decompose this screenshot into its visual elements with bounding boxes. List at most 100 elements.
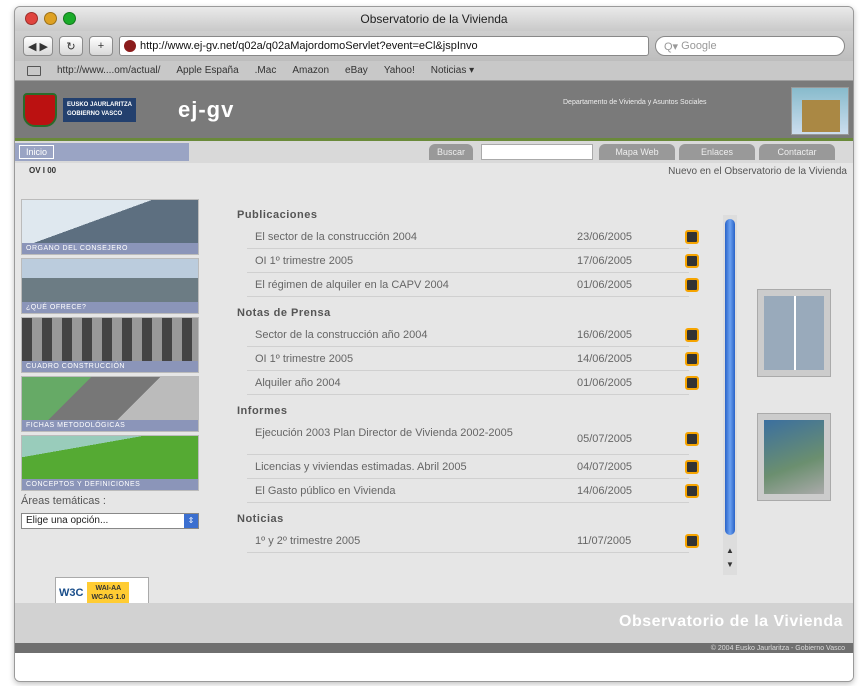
gov-label: EUSKO JAURLARITZA GOBIERNO VASCO <box>63 98 137 122</box>
bookmark-item[interactable]: Noticias ▾ <box>431 65 474 76</box>
section-title: Informes <box>237 405 288 417</box>
news-title-link[interactable]: OI 1º trimestre 2005 <box>255 353 565 366</box>
areas-select[interactable]: Elige una opción... ⇕ <box>21 513 199 529</box>
sidebar-block-que-ofrece[interactable]: ¿QUÉ OFRECE? <box>21 258 199 314</box>
news-date: 05/07/2005 <box>577 433 633 445</box>
sidebar-block-construccion[interactable]: CUADRO CONSTRUCCIÓN <box>21 317 199 373</box>
contact-button[interactable]: Contactar <box>759 144 835 160</box>
news-date: 01/06/2005 <box>577 279 633 291</box>
back-icon: ◀ ▶ <box>28 40 48 53</box>
search-icon: Q▾ <box>664 40 682 53</box>
publication-thumbnail-2[interactable] <box>757 413 831 501</box>
sidebar-block-consejero[interactable]: ORGANO DEL CONSEJERO <box>21 199 199 255</box>
news-row[interactable]: Licencias y viviendas estimadas. Abril 2… <box>247 455 699 479</box>
news-row[interactable]: 1º y 2º trimestre 2005 11/07/2005 <box>247 529 699 553</box>
news-title-link[interactable]: El Gasto público en Vivienda <box>255 485 565 498</box>
sidebar-block-conceptos[interactable]: CONCEPTOS Y DEFINICIONES <box>21 435 199 491</box>
news-title-link[interactable]: Sector de la construcción año 2004 <box>255 329 565 342</box>
gov-logo[interactable]: EUSKO JAURLARITZA GOBIERNO VASCO <box>23 91 171 129</box>
department-text: Departamento de Vivienda y Asuntos Socia… <box>563 99 707 106</box>
header-building-image <box>791 87 849 135</box>
bookmark-item[interactable]: Apple España <box>176 65 238 76</box>
section-title: Notas de Prensa <box>237 307 331 319</box>
wai-aa-badge: WAI-AA WCAG 1.0 <box>87 582 130 604</box>
areas-label: Áreas temáticas : <box>21 495 106 507</box>
document-icon[interactable] <box>685 484 699 498</box>
site-nav: Inicio Buscar Mapa Web Enlaces Contactar <box>15 141 853 163</box>
back-forward-button[interactable]: ◀ ▶ <box>23 36 53 56</box>
bookmark-item[interactable]: Amazon <box>292 65 329 76</box>
search-field[interactable]: Q▾ Google <box>655 36 845 56</box>
sidebar: ORGANO DEL CONSEJERO ¿QUÉ OFRECE? CUADRO… <box>21 199 199 609</box>
bookmark-item[interactable]: eBay <box>345 65 368 76</box>
news-date: 11/07/2005 <box>577 535 632 547</box>
document-icon[interactable] <box>685 534 699 548</box>
document-icon[interactable] <box>685 254 699 268</box>
sidebar-block-fichas[interactable]: FICHAS METODOLÓGICAS <box>21 376 199 432</box>
reload-button[interactable]: ↻ <box>58 36 83 56</box>
sub-header: OV I 00 Nuevo en el Observatorio de la V… <box>15 163 853 181</box>
bookmark-item[interactable]: Yahoo! <box>384 65 415 76</box>
document-icon[interactable] <box>685 230 699 244</box>
news-row[interactable]: Ejecución 2003 Plan Director de Vivienda… <box>247 421 699 455</box>
scrollbar-thumb[interactable] <box>725 219 735 535</box>
breadcrumb: OV I 00 <box>29 166 57 175</box>
news-title-link[interactable]: OI 1º trimestre 2005 <box>255 255 565 268</box>
news-row[interactable]: Sector de la construcción año 2004 16/06/… <box>247 323 699 347</box>
scroll-up-arrow-icon[interactable]: ▲ <box>725 545 735 557</box>
news-date: 14/06/2005 <box>577 485 633 497</box>
scroll-down-arrow-icon[interactable]: ▼ <box>725 559 735 571</box>
bookmarks-book-icon[interactable] <box>27 65 41 76</box>
news-date: 17/06/2005 <box>577 255 633 267</box>
news-title-link[interactable]: El sector de la construcción 2004 <box>255 231 565 244</box>
links-button[interactable]: Enlaces <box>679 144 755 160</box>
news-date: 23/06/2005 <box>577 231 633 243</box>
search-label[interactable]: Buscar <box>429 144 474 160</box>
footer-logo: Observatorio de la Vivienda <box>619 613 843 630</box>
search-placeholder: Google <box>681 40 717 52</box>
news-date: 04/07/2005 <box>577 461 633 473</box>
news-row[interactable]: El régimen de alquiler en la CAPV 2004 01… <box>247 273 699 297</box>
home-link[interactable]: Inicio <box>19 145 55 159</box>
bookmark-item[interactable]: .Mac <box>255 65 277 76</box>
plus-icon: + <box>97 40 105 52</box>
document-icon[interactable] <box>685 352 699 366</box>
document-icon[interactable] <box>685 376 699 390</box>
sitemap-button[interactable]: Mapa Web <box>599 144 675 160</box>
section-title: Publicaciones <box>237 209 318 221</box>
reload-icon: ↻ <box>66 40 76 53</box>
content-scrollbar[interactable]: ▲ ▼ <box>723 215 737 575</box>
news-title-link[interactable]: Ejecución 2003 Plan Director de Vivienda… <box>255 427 565 440</box>
news-row[interactable]: OI 1º trimestre 2005 14/06/2005 <box>247 347 699 371</box>
title-bar: Observatorio de la Vivienda <box>15 7 853 31</box>
browser-window: Observatorio de la Vivienda ◀ ▶ ↻ + http… <box>14 6 854 682</box>
brand-logo[interactable]: ej-gv <box>178 97 234 123</box>
address-bar[interactable]: http://www.ej-gv.net/q02a/q02aMajordomoS… <box>118 36 649 56</box>
document-icon[interactable] <box>685 278 699 292</box>
window-title: Observatorio de la Vivienda <box>360 12 508 26</box>
news-row[interactable]: El Gasto público en Vivienda 14/06/2005 <box>247 479 699 503</box>
bookmark-item[interactable]: http://www....om/actual/ <box>57 65 160 76</box>
document-icon[interactable] <box>685 432 699 446</box>
news-row[interactable]: OI 1º trimestre 2005 17/06/2005 <box>247 249 699 273</box>
news-title-link[interactable]: Licencias y viviendas estimadas. Abril 2… <box>255 461 565 474</box>
coat-of-arms-icon <box>23 93 57 127</box>
news-row[interactable]: El sector de la construcción 2004 23/06/2… <box>247 225 699 249</box>
news-title-link[interactable]: 1º y 2º trimestre 2005 <box>255 535 565 548</box>
news-date: 01/06/2005 <box>577 377 633 389</box>
site-header: EUSKO JAURLARITZA GOBIERNO VASCO ej-gv D… <box>15 81 853 141</box>
section-title: Noticias <box>237 513 284 525</box>
news-title-link[interactable]: Alquiler año 2004 <box>255 377 565 390</box>
publication-thumbnail-1[interactable] <box>757 289 831 377</box>
document-icon[interactable] <box>685 460 699 474</box>
add-bookmark-button[interactable]: + <box>88 36 113 56</box>
document-icon[interactable] <box>685 328 699 342</box>
tagline[interactable]: Nuevo en el Observatorio de la Vivienda <box>668 166 847 177</box>
browser-toolbar: ◀ ▶ ↻ + http://www.ej-gv.net/q02a/q02aMa… <box>15 31 853 61</box>
footer-band: Observatorio de la Vivienda <box>15 603 853 643</box>
news-title-link[interactable]: El régimen de alquiler en la CAPV 2004 <box>255 279 565 292</box>
w3c-logo: W3C <box>59 587 84 599</box>
site-search-input[interactable] <box>481 144 593 160</box>
news-row[interactable]: Alquiler año 2004 01/06/2005 <box>247 371 699 395</box>
select-value: Elige una opción... <box>26 515 109 526</box>
